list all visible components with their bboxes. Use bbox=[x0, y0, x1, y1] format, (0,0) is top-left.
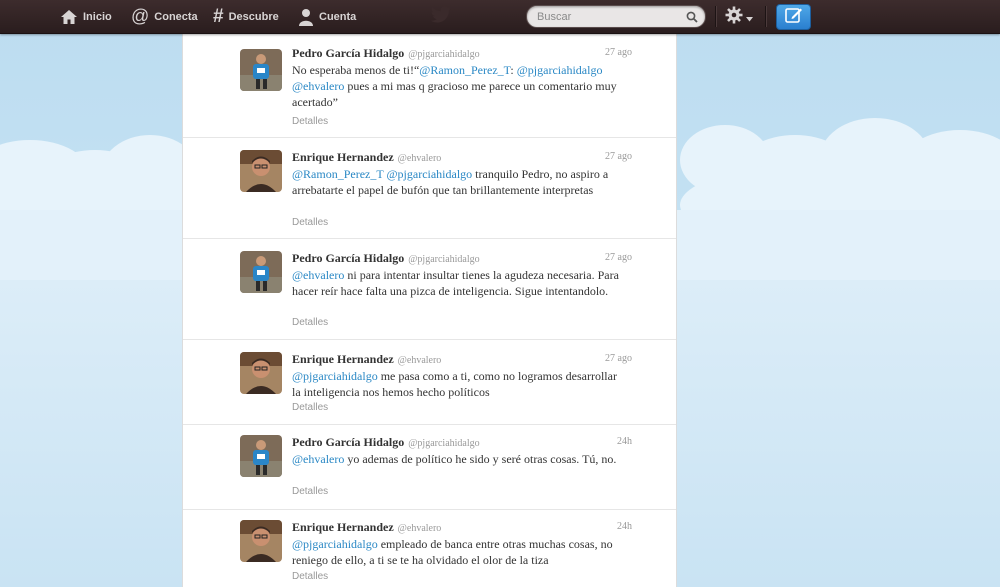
avatar-pedro[interactable] bbox=[240, 49, 282, 91]
tweet-header: Pedro García Hidalgo @pjgarciahidalgo bbox=[292, 433, 480, 451]
tweet-item[interactable]: Pedro García Hidalgo @pjgarciahidalgo 27 … bbox=[183, 239, 676, 340]
tweet-item[interactable]: Pedro García Hidalgo @pjgarciahidalgo 24h… bbox=[183, 425, 676, 510]
tweet-username[interactable]: @ehvalero bbox=[398, 355, 442, 366]
mention-link[interactable]: @pjgarciahidalgo bbox=[292, 369, 378, 383]
tweet-timestamp[interactable]: 24h bbox=[617, 436, 632, 447]
tweet-details-link[interactable]: Detalles bbox=[292, 116, 328, 127]
avatar-enrique[interactable] bbox=[240, 520, 282, 562]
tweet-author-name[interactable]: Pedro García Hidalgo bbox=[292, 46, 404, 60]
sky-lower-right bbox=[676, 280, 1000, 587]
mention-link[interactable]: @ehvalero bbox=[292, 452, 344, 466]
person-icon bbox=[298, 8, 314, 26]
tweet-header: Enrique Hernandez @ehvalero bbox=[292, 350, 441, 368]
mention-link[interactable]: @ehvalero bbox=[292, 79, 344, 93]
at-icon: @ bbox=[131, 6, 150, 26]
nav-account-label: Cuenta bbox=[319, 10, 357, 23]
tweet-author-name[interactable]: Pedro García Hidalgo bbox=[292, 251, 404, 265]
nav-divider bbox=[715, 6, 716, 27]
tweet-item[interactable]: Enrique Hernandez @ehvalero 27 ago @pjgar… bbox=[183, 340, 676, 425]
tweet-header: Enrique Hernandez @ehvalero bbox=[292, 148, 441, 166]
search-input[interactable] bbox=[537, 8, 677, 25]
search-box[interactable] bbox=[526, 5, 706, 28]
tweet-details-link[interactable]: Detalles bbox=[292, 486, 328, 497]
nav-discover[interactable]: # Descubre bbox=[213, 0, 279, 33]
tweet-text: @pjgarciahidalgo empleado de banca entre… bbox=[292, 536, 627, 568]
chevron-down-icon bbox=[746, 9, 753, 27]
mention-link[interactable]: @pjgarciahidalgo bbox=[292, 537, 378, 551]
tweet-text: @ehvalero ni para intentar insultar tien… bbox=[292, 267, 627, 299]
tweet-details-link[interactable]: Detalles bbox=[292, 571, 328, 582]
avatar-enrique[interactable] bbox=[240, 150, 282, 192]
compose-icon bbox=[784, 7, 803, 28]
tweet-header: Enrique Hernandez @ehvalero bbox=[292, 518, 441, 536]
tweet-details-link[interactable]: Detalles bbox=[292, 402, 328, 413]
avatar-pedro[interactable] bbox=[240, 435, 282, 477]
tweet-timeline: Pedro García Hidalgo @pjgarciahidalgo 27 … bbox=[182, 34, 677, 587]
top-navigation-bar: Inicio @ Conecta # Descubre Cuenta bbox=[0, 0, 1000, 34]
sky-lower-left bbox=[0, 280, 182, 587]
twitter-bird-icon[interactable] bbox=[430, 6, 452, 29]
tweet-username[interactable]: @pjgarciahidalgo bbox=[408, 49, 479, 60]
mention-link[interactable]: @pjgarciahidalgo bbox=[517, 63, 603, 77]
mention-link[interactable]: @Ramon_Perez_T bbox=[292, 167, 383, 181]
tweet-item[interactable]: Enrique Hernandez @ehvalero 24h @pjgarcia… bbox=[183, 510, 676, 587]
tweet-text: @ehvalero yo ademas de político he sido … bbox=[292, 451, 627, 467]
tweet-timestamp[interactable]: 27 ago bbox=[605, 252, 632, 263]
tweet-author-name[interactable]: Pedro García Hidalgo bbox=[292, 435, 404, 449]
tweet-username[interactable]: @pjgarciahidalgo bbox=[408, 254, 479, 265]
avatar-enrique[interactable] bbox=[240, 352, 282, 394]
hashtag-icon: # bbox=[213, 5, 224, 27]
mention-link[interactable]: @Ramon_Perez_T bbox=[419, 63, 510, 77]
compose-tweet-button[interactable] bbox=[776, 4, 811, 30]
nav-discover-label: Descubre bbox=[228, 10, 279, 23]
tweet-item[interactable]: Pedro García Hidalgo @pjgarciahidalgo 27 … bbox=[183, 34, 676, 138]
tweet-username[interactable]: @ehvalero bbox=[398, 153, 442, 164]
tweet-details-link[interactable]: Detalles bbox=[292, 317, 328, 328]
nav-connect-label: Conecta bbox=[154, 10, 198, 23]
nav-connect[interactable]: @ Conecta bbox=[131, 0, 198, 33]
tweet-text: @Ramon_Perez_T @pjgarciahidalgo tranquil… bbox=[292, 166, 627, 198]
nav-divider bbox=[765, 6, 766, 27]
settings-menu[interactable] bbox=[725, 6, 753, 29]
tweet-header: Pedro García Hidalgo @pjgarciahidalgo bbox=[292, 249, 480, 267]
tweet-text: @pjgarciahidalgo me pasa como a ti, como… bbox=[292, 368, 627, 400]
tweet-username[interactable]: @pjgarciahidalgo bbox=[408, 438, 479, 449]
tweet-header: Pedro García Hidalgo @pjgarciahidalgo bbox=[292, 44, 480, 62]
tweet-author-name[interactable]: Enrique Hernandez bbox=[292, 352, 394, 366]
tweet-author-name[interactable]: Enrique Hernandez bbox=[292, 150, 394, 164]
tweet-timestamp[interactable]: 27 ago bbox=[605, 151, 632, 162]
tweet-item[interactable]: Enrique Hernandez @ehvalero 27 ago @Ramon… bbox=[183, 138, 676, 239]
tweet-text-part: No esperaba menos de ti!“ bbox=[292, 63, 420, 77]
nav-account[interactable]: Cuenta bbox=[298, 0, 356, 33]
tweet-text-part: yo ademas de político he sido y seré otr… bbox=[344, 452, 617, 466]
nav-home[interactable]: Inicio bbox=[60, 0, 112, 33]
nav-home-label: Inicio bbox=[83, 10, 112, 23]
search-icon[interactable] bbox=[686, 10, 698, 28]
tweet-timestamp[interactable]: 27 ago bbox=[605, 47, 632, 58]
tweet-author-name[interactable]: Enrique Hernandez bbox=[292, 520, 394, 534]
mention-link[interactable]: @ehvalero bbox=[292, 268, 344, 282]
tweet-text: No esperaba menos de ti!“@Ramon_Perez_T:… bbox=[292, 62, 627, 110]
tweet-timestamp[interactable]: 24h bbox=[617, 521, 632, 532]
home-icon bbox=[60, 9, 78, 25]
gear-icon bbox=[725, 6, 743, 29]
mention-link[interactable]: @pjgarciahidalgo bbox=[386, 167, 472, 181]
avatar-pedro[interactable] bbox=[240, 251, 282, 293]
tweet-timestamp[interactable]: 27 ago bbox=[605, 353, 632, 364]
tweet-details-link[interactable]: Detalles bbox=[292, 217, 328, 228]
tweet-username[interactable]: @ehvalero bbox=[398, 523, 442, 534]
